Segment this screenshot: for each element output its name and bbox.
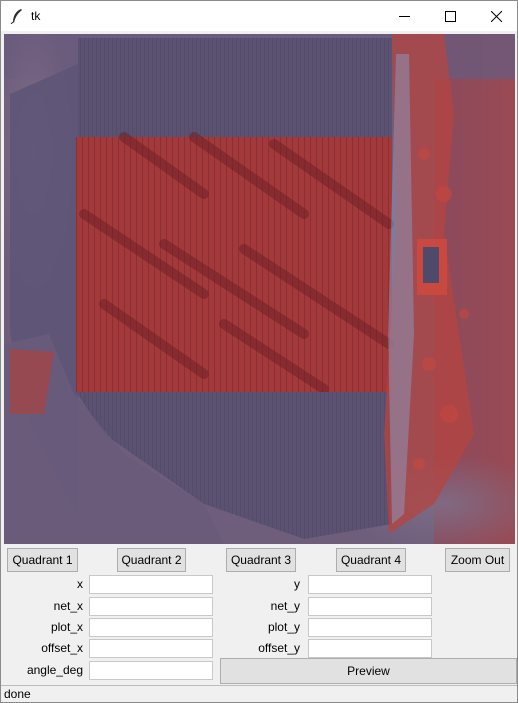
offset-x-input[interactable] [89,639,213,658]
y-input[interactable] [308,575,432,594]
preview-button[interactable]: Preview [220,658,517,684]
y-label: y [294,577,300,591]
maximize-icon [444,10,456,22]
close-icon [490,10,502,22]
net-x-label: net_x [53,599,83,613]
net-x-input[interactable] [89,597,213,616]
status-bar: done [1,685,517,702]
zoom-out-button[interactable]: Zoom Out [445,548,510,572]
quadrant-3-button[interactable]: Quadrant 3 [226,548,296,572]
net-y-label: net_y [270,599,300,613]
x-label: x [77,577,83,591]
image-canvas[interactable] [4,34,515,544]
offset-y-label: offset_y [258,641,300,655]
quadrant-2-button[interactable]: Quadrant 2 [117,548,186,572]
minimize-button[interactable] [381,1,427,31]
window-title: tk [31,9,41,23]
net-y-input[interactable] [308,597,432,616]
x-input[interactable] [89,575,213,594]
aerial-image [4,34,515,544]
quadrant-4-button[interactable]: Quadrant 4 [336,548,406,572]
minimize-icon [398,15,410,17]
title-bar[interactable]: tk [1,1,517,31]
status-text: done [4,687,31,701]
plot-y-input[interactable] [308,618,432,637]
maximize-button[interactable] [427,1,473,31]
angle-deg-input[interactable] [89,661,213,680]
plot-x-label: plot_x [50,620,83,634]
feather-icon [10,9,22,24]
plot-x-input[interactable] [89,618,213,637]
offset-y-input[interactable] [308,639,432,658]
angle-deg-label: angle_deg [26,663,83,677]
plot-y-label: plot_y [267,620,300,634]
app-window: tk Quadrant 1 Quadrant 2 Quadrant 3 Quad… [0,0,518,703]
offset-x-label: offset_x [41,641,83,655]
quadrant-1-button[interactable]: Quadrant 1 [7,548,78,572]
close-button[interactable] [473,1,518,31]
